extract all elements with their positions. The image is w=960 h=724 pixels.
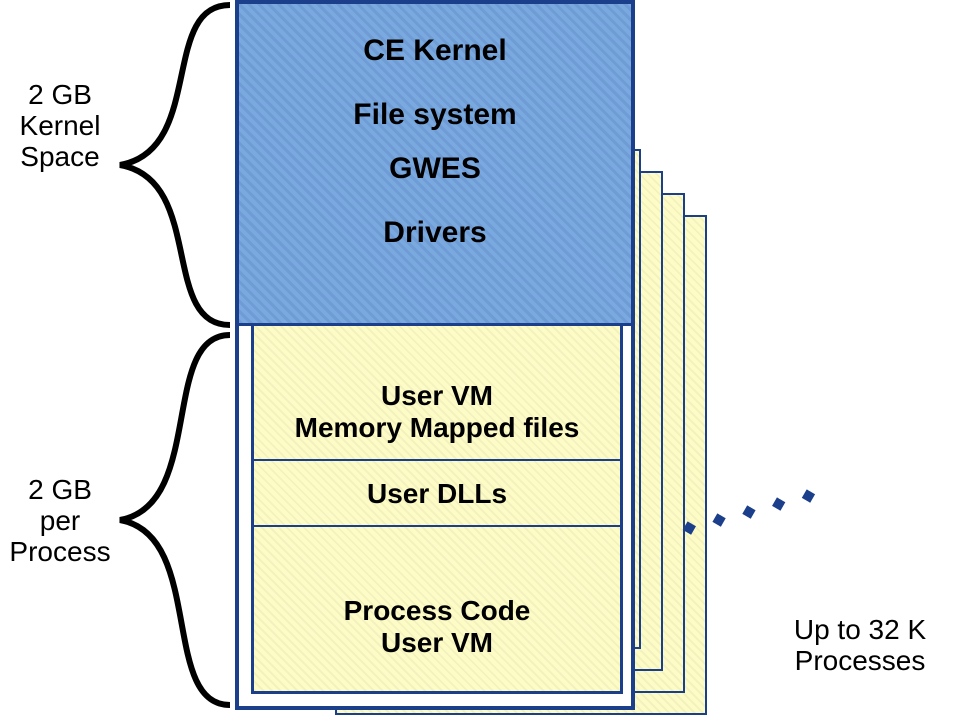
kernel-space-label: 2 GB Kernel Space	[5, 80, 115, 172]
diagram-root: 2 GB Kernel Space 2 GB per Process User …	[0, 0, 960, 724]
per-process-line2: per	[0, 506, 125, 537]
gwes-label: GWES	[389, 152, 481, 186]
process-count-caption: Up to 32 K Processes	[785, 615, 935, 677]
process-code-label: Process Code User VM	[254, 595, 620, 659]
address-space-column: User VM Memory Mapped files User DLLs Pr…	[235, 0, 635, 710]
process-divider-2	[254, 525, 620, 527]
kernel-box: CE Kernel File system GWES Drivers	[239, 4, 631, 326]
process-divider-1	[254, 459, 620, 461]
filesystem-label: File system	[353, 98, 516, 132]
kernel-space-line3: Space	[5, 142, 115, 173]
process-count-line2: Processes	[785, 646, 935, 677]
per-process-line1: 2 GB	[0, 475, 125, 506]
drivers-label: Drivers	[383, 216, 486, 250]
process-count-line1: Up to 32 K	[785, 615, 935, 646]
per-process-label: 2 GB per Process	[0, 475, 125, 567]
kernel-title: CE Kernel	[363, 34, 506, 68]
per-process-line3: Process	[0, 537, 125, 568]
kernel-brace	[105, 0, 235, 330]
kernel-space-line1: 2 GB	[5, 80, 115, 111]
user-dlls-label: User DLLs	[254, 478, 620, 510]
kernel-space-line2: Kernel	[5, 111, 115, 142]
user-vm-label: User VM Memory Mapped files	[254, 380, 620, 444]
